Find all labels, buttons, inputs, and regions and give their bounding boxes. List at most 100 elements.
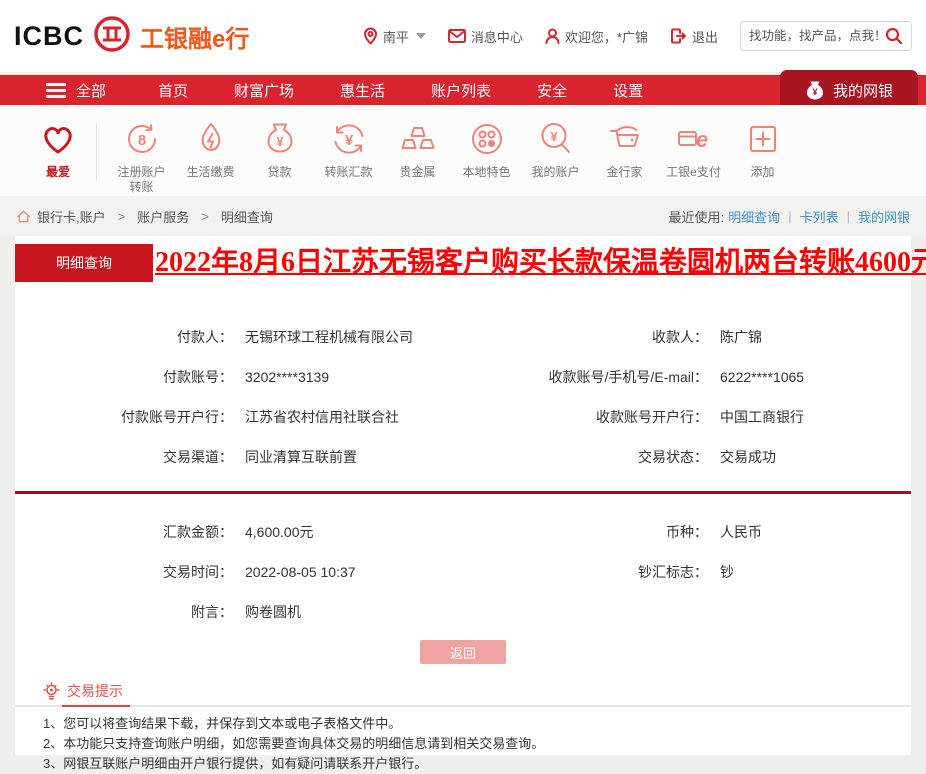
memo-label: 附言：	[191, 604, 233, 620]
quick-item-register-transfer[interactable]: 8 注册账户 转账	[107, 119, 176, 195]
payee-value: 陈广锦	[720, 329, 762, 345]
logout-label: 退出	[691, 29, 718, 45]
detail-row: 付款账号： 3202****3139 收款账号/手机号/E-mail： 6222**…	[15, 357, 911, 397]
breadcrumb: 银行卡,账户 > 账户服务 > 明细查询	[16, 207, 273, 226]
quick-item-local-features[interactable]: 本地特色	[452, 119, 521, 180]
amount-label: 汇款金额：	[163, 524, 233, 540]
nav-item-wealth[interactable]: 财富广场	[234, 80, 340, 101]
payer-bank-value: 江苏省农村信用社联合社	[245, 409, 399, 425]
logout-icon	[670, 28, 687, 44]
detail-row: 交易渠道： 同业清算互联前置 交易状态： 交易成功	[15, 437, 911, 477]
favorites-item[interactable]: 最爱	[26, 119, 90, 180]
payer-account-value: 3202****3139	[245, 369, 330, 385]
quick-item-precious-metals[interactable]: 贵金属	[383, 119, 452, 180]
search-input[interactable]	[749, 29, 885, 43]
tip-item-2: 2、本功能只支持查询账户明细，如您需要查询具体交易的明细信息请到相关交易查询。	[43, 736, 545, 752]
currency-label: 币种：	[666, 524, 708, 540]
money-bag-yuan-icon: ¥	[267, 123, 292, 153]
message-center-link[interactable]: 消息中心	[447, 27, 523, 46]
breadcrumb-level3: 明细查询	[220, 209, 273, 225]
user-icon	[545, 28, 560, 44]
recent-link-detail-query[interactable]: 明细查询	[728, 207, 780, 226]
search-icon[interactable]	[885, 27, 903, 45]
svg-text:e: e	[695, 127, 707, 152]
time-label: 交易时间：	[163, 564, 233, 580]
nav-item-security[interactable]: 安全	[537, 80, 613, 101]
detail-row: 附言： 购卷圆机	[15, 592, 911, 632]
cash-remit-label: 钞汇标志：	[638, 564, 708, 580]
welcome-user[interactable]: 欢迎您，*广锦	[545, 27, 648, 46]
svg-text:¥: ¥	[812, 87, 817, 97]
quick-item-loans[interactable]: ¥ 贷款	[245, 119, 314, 180]
my-ebank-label: 我的网银	[832, 82, 893, 100]
breadcrumb-level1[interactable]: 银行卡,账户	[37, 207, 106, 226]
register-transfer-icon: 8	[127, 124, 156, 153]
brand-name: 工银融e行	[140, 25, 250, 53]
tips-title: 交易提示	[67, 683, 123, 699]
location-pin-icon	[363, 27, 377, 45]
amount-value: 4,600.00元	[245, 524, 314, 540]
quick-item-my-account[interactable]: ¥ 我的账户	[521, 119, 590, 180]
cash-remit-value: 钞	[720, 564, 734, 580]
quick-item-add[interactable]: 添加	[728, 119, 797, 180]
location-selector[interactable]: 南平	[363, 27, 426, 46]
payer-value: 无锡环球工程机械有限公司	[245, 329, 413, 345]
my-ebank-tab[interactable]: ¥ 我的网银	[780, 70, 918, 110]
recent-link-my-ebank[interactable]: 我的网银	[858, 207, 910, 226]
top-header: ICBC 工银融e行 南平 消息中心 欢迎您，*广锦 退出 找功能，找产品，点我…	[0, 0, 926, 72]
payer-bank-label: 付款账号开户行：	[121, 409, 233, 425]
transaction-tips: 交易提示 1、您可以将查询结果下载，并保存到文本或电子表格文件中。 2、本功能只…	[15, 680, 911, 774]
add-plus-icon	[749, 126, 776, 152]
payer-label: 付款人：	[177, 329, 233, 345]
breadcrumb-level2[interactable]: 账户服务	[137, 207, 189, 226]
home-icon[interactable]	[16, 209, 31, 224]
payee-bank-value: 中国工商银行	[720, 409, 804, 425]
detail-row: 付款账号开户行： 江苏省农村信用社联合社 收款账号开户行： 中国工商银行	[15, 397, 911, 437]
main-navbar: 全部 首页 财富广场 惠生活 账户列表 安全 设置 ¥ 我的网银	[0, 70, 926, 110]
annotation-overlay-text: 2022年8月6日江苏无锡客户购买长款保温卷圆机两台转账4600元	[155, 242, 926, 284]
payer-account-label: 付款账号：	[163, 369, 233, 385]
search-box[interactable]	[740, 21, 912, 51]
icbc-logo[interactable]: ICBC 工银融e行	[14, 14, 249, 59]
vertical-divider	[96, 123, 97, 181]
section-divider	[15, 491, 911, 494]
payee-label: 收款人：	[652, 329, 708, 345]
payee-account-label: 收款账号/手机号/E-mail：	[548, 369, 708, 385]
icbc-logo-text: ICBC	[14, 20, 84, 51]
hamburger-icon	[46, 80, 66, 101]
tips-divider	[15, 705, 911, 707]
cart-icon	[609, 126, 639, 147]
tip-item-1: 1、您可以将查询结果下载，并保存到文本或电子表格文件中。	[43, 716, 402, 731]
logout-link[interactable]: 退出	[670, 27, 718, 46]
nav-item-accounts[interactable]: 账户列表	[431, 80, 537, 101]
location-label: 南平	[382, 29, 409, 45]
nav-item-home[interactable]: 首页	[158, 80, 234, 101]
nav-all-menu[interactable]: 全部	[46, 80, 106, 101]
icbc-emblem-icon	[92, 14, 132, 59]
epay-card-icon: e	[677, 127, 708, 152]
chevron-down-icon	[415, 33, 426, 39]
quick-item-transfer-remit[interactable]: ¥ 转账汇款	[314, 119, 383, 180]
currency-value: 人民币	[720, 524, 762, 540]
quick-item-gold-expert[interactable]: 金行家	[590, 119, 659, 180]
svg-text:8: 8	[137, 132, 145, 149]
gold-bars-icon	[401, 127, 434, 149]
recent-link-card-list[interactable]: 卡列表	[800, 207, 839, 226]
breadcrumb-bar: 银行卡,账户 > 账户服务 > 明细查询 最近使用: 明细查询 | 卡列表 | …	[0, 196, 926, 236]
payee-bank-label: 收款账号开户行：	[596, 409, 708, 425]
detail-row: 交易时间： 2022-08-05 10:37 钞汇标志： 钞	[15, 552, 911, 592]
favorites-label: 最爱	[45, 165, 70, 179]
time-value: 2022-08-05 10:37	[245, 564, 356, 580]
money-bag-icon: ¥	[806, 81, 823, 100]
droplet-lightning-icon	[201, 123, 220, 151]
back-button[interactable]: 返回	[420, 640, 506, 664]
nav-item-settings[interactable]: 设置	[613, 80, 689, 101]
transfer-arrows-icon: ¥	[334, 124, 363, 154]
recent-used-label: 最近使用:	[668, 209, 725, 225]
transaction-details-top: 付款人： 无锡环球工程机械有限公司 收款人： 陈广锦 付款账号： 3202****31…	[15, 317, 911, 477]
nav-item-life[interactable]: 惠生活	[340, 80, 431, 101]
quick-item-epay[interactable]: e 工银e支付	[659, 119, 728, 180]
quick-item-utility-pay[interactable]: 生活缴费	[176, 119, 245, 180]
message-center-label: 消息中心	[470, 29, 523, 45]
transaction-details-bottom: 汇款金额： 4,600.00元 币种： 人民币 交易时间： 2022-08-05 10…	[15, 512, 911, 632]
